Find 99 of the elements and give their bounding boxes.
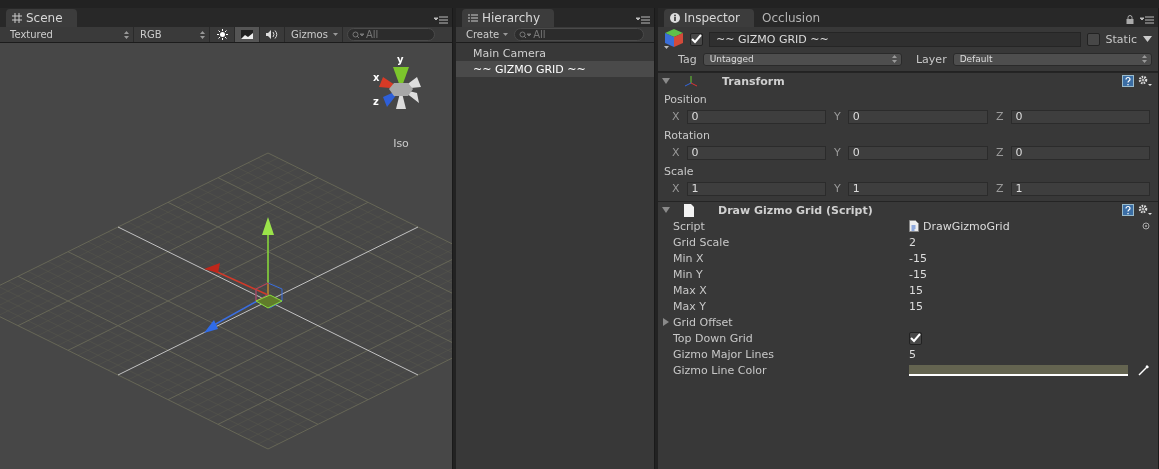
axis-label: z <box>373 96 379 107</box>
static-label: Static <box>1105 32 1137 46</box>
create-dropdown[interactable]: Create <box>460 27 515 42</box>
property-checkbox[interactable] <box>909 331 922 345</box>
color-field[interactable] <box>909 364 1128 376</box>
number-field[interactable]: 0 <box>686 109 826 124</box>
property-label: Max X <box>673 283 707 297</box>
object-name-field[interactable]: ~~ GIZMO GRID ~~ <box>709 31 1081 47</box>
number-field[interactable]: 1 <box>847 181 988 196</box>
property-label: Min X <box>673 251 704 265</box>
layer-label: Layer <box>916 52 947 66</box>
scene-tab[interactable]: Scene <box>6 9 77 27</box>
number-field[interactable]: 0 <box>1010 145 1150 160</box>
pane-menu-icon[interactable] <box>1140 16 1154 24</box>
component-title[interactable]: Transform <box>722 74 1118 88</box>
list-icon <box>468 14 478 22</box>
move-gizmo-drawing[interactable] <box>202 215 284 335</box>
inspector-tab[interactable]: Occlusion <box>756 9 835 27</box>
component-title[interactable]: Draw Gizmo Grid (Script) <box>718 203 1118 217</box>
script-reference[interactable]: DrawGizmoGrid <box>923 219 1138 233</box>
property-label: Grid Scale <box>673 235 730 249</box>
axis-label: Y <box>834 110 841 123</box>
foldout-arrow-icon[interactable] <box>662 318 670 326</box>
caret-icon <box>503 33 509 36</box>
hierarchy-item[interactable]: Main Camera <box>456 45 654 61</box>
speaker-icon <box>266 29 278 40</box>
caret-icon <box>333 33 338 36</box>
axis-label: Y <box>834 146 841 159</box>
vector-label: Rotation <box>664 128 710 142</box>
tag-dropdown[interactable]: Untagged <box>702 52 902 66</box>
eyedropper-icon[interactable] <box>1138 364 1150 376</box>
axis-label: Z <box>996 146 1004 159</box>
search-icon <box>352 30 364 39</box>
axis-label: Y <box>834 182 841 195</box>
axis-label: y <box>397 54 404 65</box>
axis-label: X <box>672 110 680 123</box>
grid-icon <box>12 13 22 23</box>
foldout-arrow-icon[interactable] <box>662 206 670 214</box>
axis-label: x <box>373 72 380 83</box>
render-mode-dropdown[interactable]: RGB <box>134 27 210 42</box>
gizmos-dropdown[interactable]: Gizmos <box>285 27 343 42</box>
gear-icon[interactable] <box>1138 75 1152 87</box>
tag-label: Tag <box>678 52 697 66</box>
updown-arrows-icon <box>1142 55 1147 63</box>
number-field[interactable]: 0 <box>847 109 988 124</box>
property-value[interactable]: 5 <box>909 347 916 361</box>
axis-label: X <box>672 146 680 159</box>
pane-menu-icon[interactable] <box>434 16 448 24</box>
active-checkbox[interactable] <box>690 32 703 46</box>
updown-arrows-icon <box>892 55 897 63</box>
image-toggle[interactable] <box>235 27 260 42</box>
gear-icon[interactable] <box>1138 204 1152 216</box>
dropdown-arrow-icon[interactable] <box>1143 36 1152 42</box>
property-label: Max Y <box>673 299 706 313</box>
orientation-gizmo-drawing[interactable]: y x z <box>372 53 430 119</box>
property-label: Gizmo Major Lines <box>673 347 774 361</box>
number-field[interactable]: 1 <box>686 181 826 196</box>
property-label: Gizmo Line Color <box>673 363 767 377</box>
document-icon <box>684 203 694 217</box>
object-picker-icon[interactable] <box>1142 222 1150 230</box>
property-value[interactable]: 15 <box>909 299 923 313</box>
axis-label: X <box>672 182 680 195</box>
static-checkbox[interactable] <box>1086 32 1100 46</box>
info-icon <box>670 13 680 23</box>
hierarchy-tab[interactable]: Hierarchy <box>462 9 554 27</box>
layer-dropdown[interactable]: Default <box>952 52 1152 66</box>
shading-dropdown[interactable]: Textured <box>4 27 134 42</box>
vector-label: Scale <box>664 164 694 178</box>
hierarchy-item[interactable]: ~~ GIZMO GRID ~~ <box>456 61 654 77</box>
number-field[interactable]: 0 <box>686 145 826 160</box>
property-value[interactable]: 2 <box>909 235 916 249</box>
property-value[interactable]: -15 <box>909 251 927 265</box>
sun-icon <box>216 29 228 40</box>
transform-axes-icon <box>684 75 698 87</box>
search-icon <box>519 30 532 39</box>
number-field[interactable]: 0 <box>1010 109 1150 124</box>
projection-label[interactable]: Iso <box>393 137 409 150</box>
help-icon[interactable] <box>1122 204 1134 216</box>
axis-label: Z <box>996 110 1004 123</box>
vector-label: Position <box>664 92 707 106</box>
property-label: Script <box>673 219 705 233</box>
lock-icon[interactable] <box>1126 15 1134 24</box>
help-icon[interactable] <box>1122 75 1134 87</box>
updown-arrows-icon <box>200 30 205 39</box>
property-label: Top Down Grid <box>673 331 753 345</box>
property-value[interactable]: -15 <box>909 267 927 281</box>
foldout-arrow-icon[interactable] <box>662 77 670 85</box>
property-label: Min Y <box>673 267 703 281</box>
property-value[interactable]: 15 <box>909 283 923 297</box>
inspector-tab[interactable]: Inspector <box>664 9 754 27</box>
number-field[interactable]: 1 <box>1010 181 1150 196</box>
number-field[interactable]: 0 <box>847 145 988 160</box>
updown-arrows-icon <box>124 30 129 39</box>
property-label: Grid Offset <box>673 315 733 329</box>
cube-icon <box>664 28 684 50</box>
pane-menu-icon[interactable] <box>636 16 650 24</box>
landscape-icon <box>241 30 253 39</box>
script-file-icon <box>909 220 919 232</box>
axis-label: Z <box>996 182 1004 195</box>
